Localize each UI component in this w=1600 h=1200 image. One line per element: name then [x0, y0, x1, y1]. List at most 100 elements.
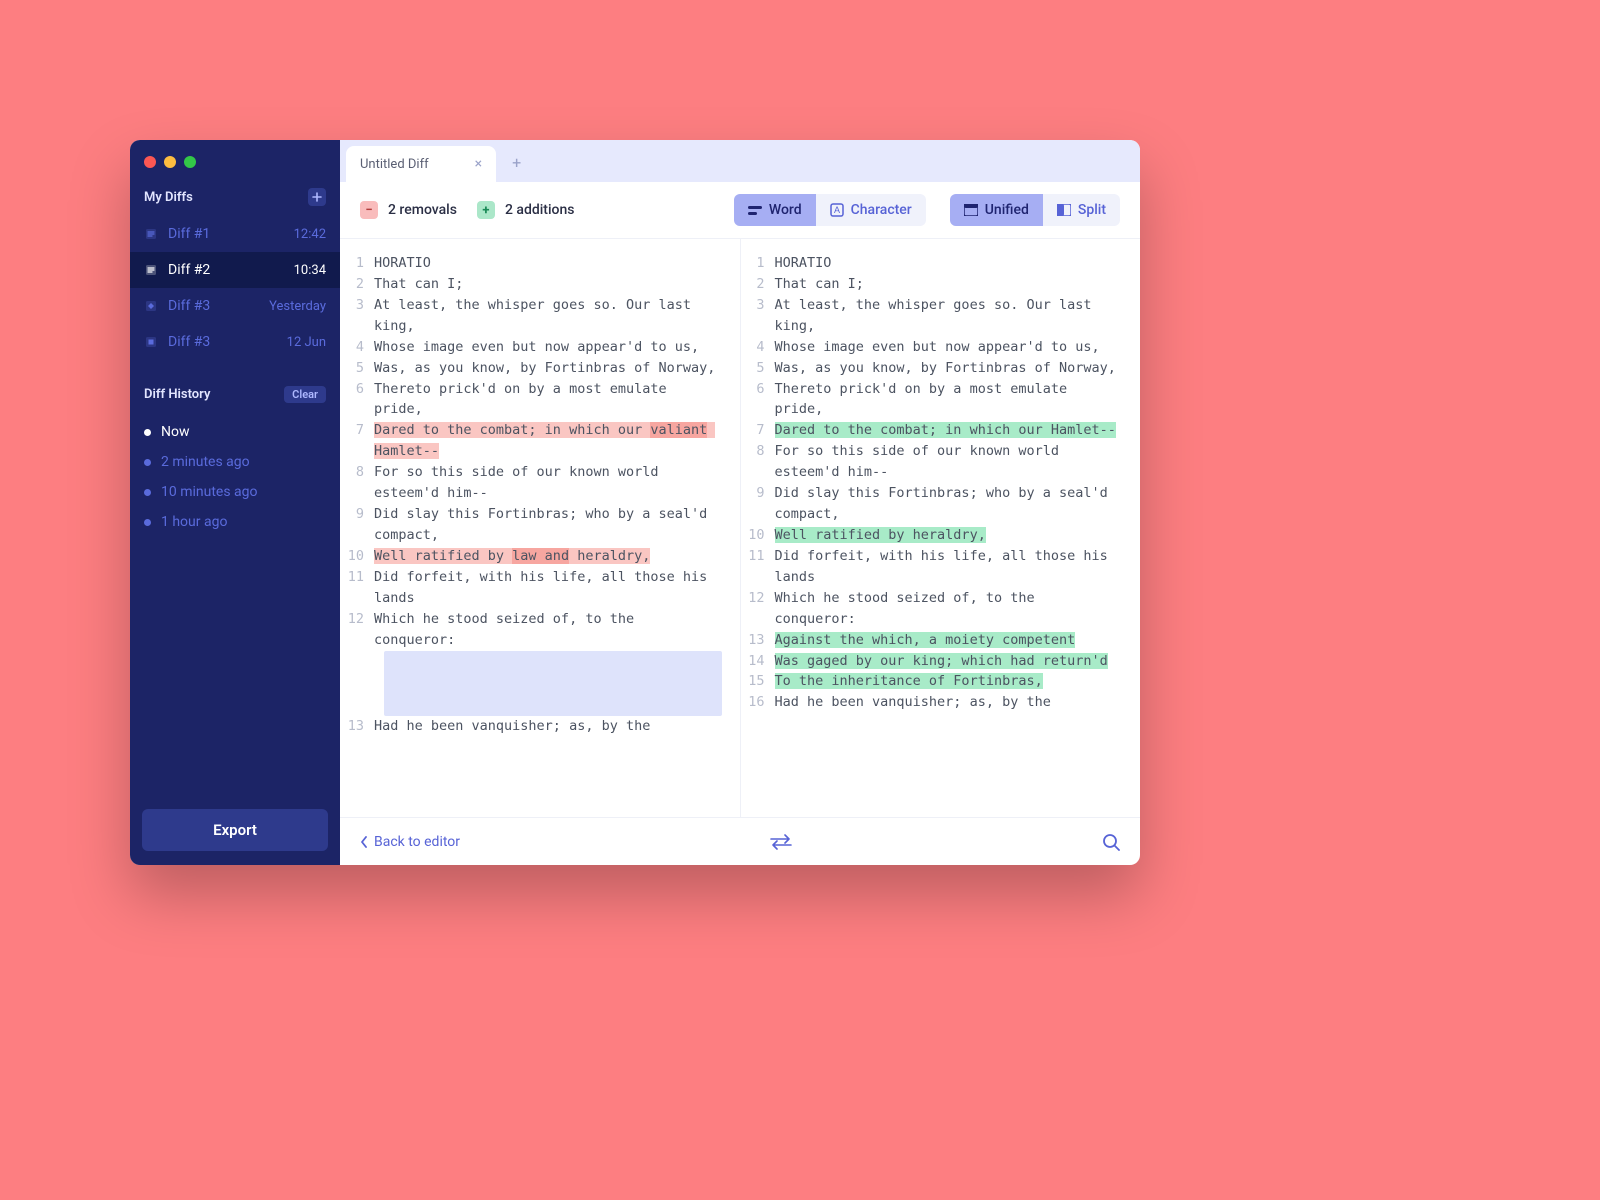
diff-panes: 1HORATIO2That can I;3At least, the whisp… — [340, 239, 1140, 817]
diff-line: 10Well ratified by heraldry, — [747, 525, 1135, 546]
line-number: 5 — [346, 358, 374, 379]
diff-line: 15To the inheritance of Fortinbras, — [747, 671, 1135, 692]
history-item[interactable]: Now — [144, 417, 326, 447]
line-text: Was gaged by our king; which had return'… — [775, 651, 1135, 672]
diff-line: 8For so this side of our known world est… — [747, 441, 1135, 483]
diff-line: 1HORATIO — [747, 253, 1135, 274]
word-mode-button[interactable]: Word — [734, 194, 816, 226]
diff-line: 4Whose image even but now appear'd to us… — [346, 337, 734, 358]
diff-item-label: Diff #2 — [168, 262, 210, 278]
document-icon — [144, 299, 158, 313]
unified-mode-button[interactable]: Unified — [950, 194, 1043, 226]
sidebar-diff-item[interactable]: Diff #210:34 — [130, 252, 340, 288]
diff-line: 16Had he been vanquisher; as, by the — [747, 692, 1135, 713]
diff-pane-left[interactable]: 1HORATIO2That can I;3At least, the whisp… — [340, 239, 741, 817]
line-text: For so this side of our known world este… — [775, 441, 1135, 483]
history-item-label: 10 minutes ago — [161, 484, 258, 500]
add-diff-button[interactable] — [308, 188, 326, 206]
line-number: 1 — [747, 253, 775, 274]
history-item-label: Now — [161, 424, 190, 440]
minimize-window-icon[interactable] — [164, 156, 176, 168]
line-number: 9 — [346, 504, 374, 525]
diff-line: 12Which he stood seized of, to the conqu… — [747, 588, 1135, 630]
line-number: 4 — [346, 337, 374, 358]
line-text: At least, the whisper goes so. Our last … — [775, 295, 1135, 337]
line-number: 13 — [747, 630, 775, 651]
line-text: For so this side of our known world este… — [374, 462, 734, 504]
tab-label: Untitled Diff — [360, 157, 429, 172]
sidebar-diff-item[interactable]: Diff #112:42 — [130, 216, 340, 252]
line-text: Was, as you know, by Fortinbras of Norwa… — [374, 358, 734, 379]
unified-icon — [964, 203, 978, 217]
line-text: Dared to the combat; in which our Hamlet… — [775, 420, 1135, 441]
sidebar-diff-item[interactable]: Diff #3 12 Jun — [130, 324, 340, 360]
tab-bar: Untitled Diff × + — [340, 140, 1140, 182]
line-text: Did forfeit, with his life, all those hi… — [374, 567, 734, 609]
line-text: At least, the whisper goes so. Our last … — [374, 295, 734, 337]
line-text: Well ratified by law and heraldry, — [374, 546, 734, 567]
line-number: 11 — [747, 546, 775, 567]
line-text: Had he been vanquisher; as, by the — [374, 716, 734, 737]
line-number: 8 — [747, 441, 775, 462]
my-diffs-header: My Diffs — [130, 182, 340, 216]
diff-line: 11Did forfeit, with his life, all those … — [747, 546, 1135, 588]
tab-untitled[interactable]: Untitled Diff × — [346, 146, 496, 182]
line-text: HORATIO — [775, 253, 1135, 274]
history-item[interactable]: 10 minutes ago — [144, 477, 326, 507]
main-area: Untitled Diff × + − 2 removals + 2 addit… — [340, 140, 1140, 865]
diff-item-time: Yesterday — [269, 299, 326, 314]
line-number: 3 — [747, 295, 775, 316]
line-number: 6 — [747, 379, 775, 400]
tab-close-icon[interactable]: × — [475, 156, 482, 172]
line-number: 15 — [747, 671, 775, 692]
line-text: HORATIO — [374, 253, 734, 274]
line-text: Did forfeit, with his life, all those hi… — [775, 546, 1135, 588]
diff-line: 6Thereto prick'd on by a most emulate pr… — [346, 379, 734, 421]
character-icon: A — [830, 203, 844, 217]
diff-list: Diff #112:42Diff #210:34 Diff #3 Yesterday… — [130, 216, 340, 360]
document-icon — [144, 263, 158, 277]
line-number: 14 — [747, 651, 775, 672]
line-text: Dared to the combat; in which our valian… — [374, 420, 734, 462]
character-mode-button[interactable]: A Character — [816, 194, 926, 226]
line-number: 8 — [346, 462, 374, 483]
search-icon[interactable] — [1102, 833, 1120, 851]
line-number: 12 — [346, 609, 374, 630]
back-to-editor-button[interactable]: Back to editor — [360, 834, 460, 850]
removals-icon: − — [360, 201, 378, 219]
granularity-segmented: Word A Character — [734, 194, 926, 226]
footer: Back to editor — [340, 817, 1140, 865]
line-number: 7 — [346, 420, 374, 441]
svg-text:A: A — [834, 205, 840, 215]
history-item[interactable]: 2 minutes ago — [144, 447, 326, 477]
sidebar-diff-item[interactable]: Diff #3 Yesterday — [130, 288, 340, 324]
history-item-label: 1 hour ago — [161, 514, 227, 530]
diff-line: 2That can I; — [346, 274, 734, 295]
diff-pane-right[interactable]: 1HORATIO2That can I;3At least, the whisp… — [741, 239, 1141, 817]
clear-history-button[interactable]: Clear — [284, 386, 326, 403]
swap-icon[interactable] — [767, 834, 795, 850]
line-number: 11 — [346, 567, 374, 588]
line-number: 13 — [346, 716, 374, 737]
split-mode-button[interactable]: Split — [1043, 194, 1120, 226]
diff-line: 3At least, the whisper goes so. Our last… — [747, 295, 1135, 337]
diff-history-header: Diff History Clear — [130, 380, 340, 413]
line-number: 4 — [747, 337, 775, 358]
diff-line: 10Well ratified by law and heraldry, — [346, 546, 734, 567]
diff-line: 2That can I; — [747, 274, 1135, 295]
close-window-icon[interactable] — [144, 156, 156, 168]
line-text: Whose image even but now appear'd to us, — [775, 337, 1135, 358]
tab-add-button[interactable]: + — [502, 143, 531, 182]
maximize-window-icon[interactable] — [184, 156, 196, 168]
diff-history-label: Diff History — [144, 387, 210, 402]
history-item[interactable]: 1 hour ago — [144, 507, 326, 537]
diff-item-time: 12 Jun — [287, 335, 326, 350]
diff-line: 1HORATIO — [346, 253, 734, 274]
diff-line: 7Dared to the combat; in which our Hamle… — [747, 420, 1135, 441]
line-text: Which he stood seized of, to the conquer… — [775, 588, 1135, 630]
diff-item-label: Diff #3 — [168, 334, 210, 350]
layout-segmented: Unified Split — [950, 194, 1120, 226]
line-text: Thereto prick'd on by a most emulate pri… — [374, 379, 734, 421]
diff-item-label: Diff #3 — [168, 298, 210, 314]
export-button[interactable]: Export — [142, 809, 328, 851]
